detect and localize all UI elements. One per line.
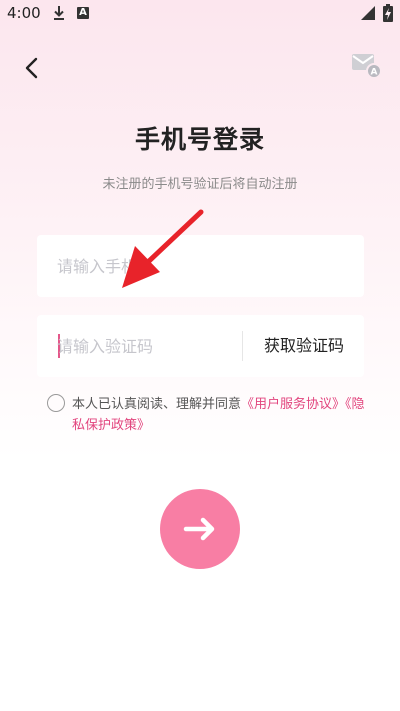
a-notification-icon: A [77, 7, 89, 19]
phone-field-container [37, 235, 364, 297]
back-button[interactable] [20, 56, 44, 80]
code-field-container: 获取验证码 [37, 315, 364, 377]
get-code-button[interactable]: 获取验证码 [244, 315, 364, 377]
back-chevron-icon [25, 57, 38, 79]
arrow-right-icon [183, 517, 215, 541]
user-agreement-link[interactable]: 《用户服务协议》 [241, 397, 345, 412]
download-icon [52, 5, 66, 25]
agreement-checkbox[interactable] [47, 394, 65, 412]
svg-text:A: A [371, 68, 378, 78]
agreement-prefix: 本人已认真阅读、理解并同意 [72, 397, 242, 412]
agreement-text: 本人已认真阅读、理解并同意《用户服务协议》《隐私保护政策》 [72, 394, 372, 436]
phone-input[interactable] [57, 235, 337, 297]
page-title: 手机号登录 [134, 125, 265, 154]
verification-code-input[interactable] [57, 315, 227, 377]
status-bar: 4:00 A [0, 0, 400, 28]
mail-account-icon: A [352, 54, 382, 79]
battery-charging-icon [383, 4, 393, 26]
field-divider [242, 331, 243, 361]
mail-button[interactable]: A [350, 52, 382, 80]
signal-icon [360, 5, 376, 25]
status-time: 4:00 [7, 4, 41, 22]
submit-button[interactable] [160, 489, 240, 569]
page-subtitle: 未注册的手机号验证后将自动注册 [102, 177, 298, 192]
